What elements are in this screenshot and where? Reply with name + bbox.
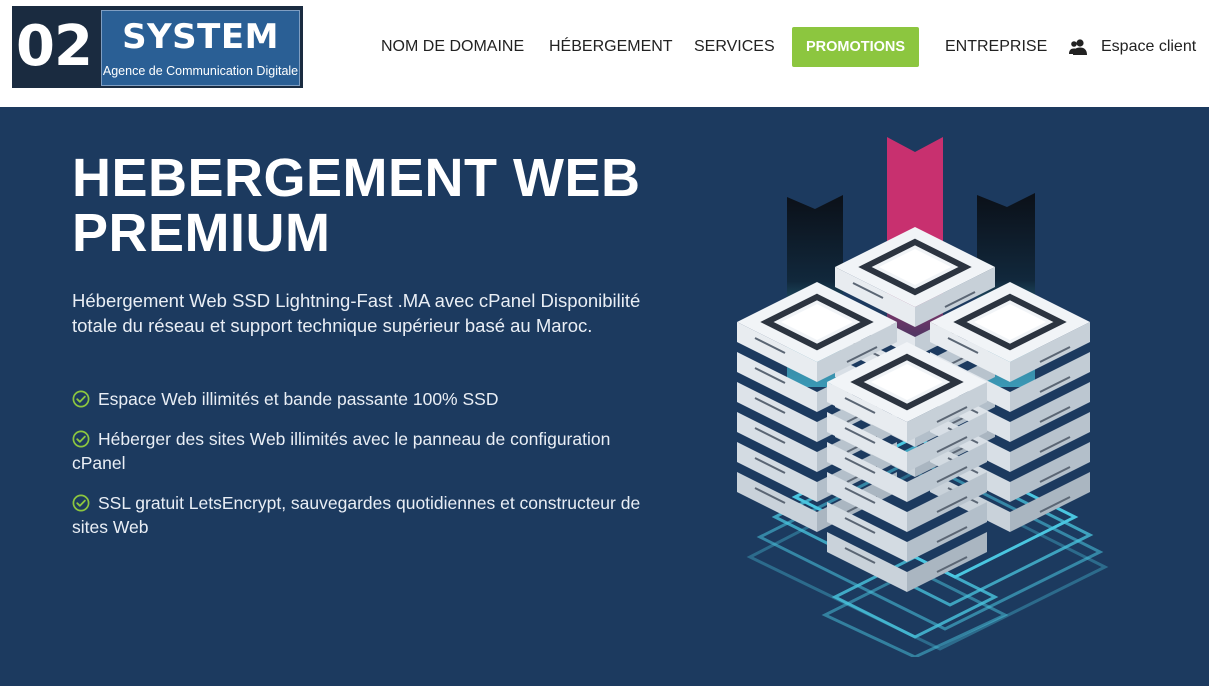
nav-services[interactable]: SERVICES [694,36,775,58]
check-circle-icon [72,430,90,448]
hero-title: HEBERGEMENT WEB PREMIUM [72,151,672,261]
feature-text: Espace Web illimités et bande passante 1… [98,389,499,409]
nav-company[interactable]: ENTREPRISE [945,36,1047,58]
check-circle-icon [72,494,90,512]
logo-tagline: Agence de Communication Digitale [102,64,299,78]
feature-item: Espace Web illimités et bande passante 1… [72,387,662,411]
feature-text: Héberger des sites Web illimités avec le… [72,429,611,473]
logo-number: 02 [16,14,93,79]
hero-title-line-2: PREMIUM [72,203,331,263]
logo-word: SYSTEM [122,17,279,57]
brand-logo[interactable]: 02 SYSTEM Agence de Communication Digita… [12,6,303,88]
feature-item: Héberger des sites Web illimités avec le… [72,427,662,475]
check-circle-icon [72,390,90,408]
hero-subtitle: Hébergement Web SSD Lightning-Fast .MA a… [72,290,641,336]
site-header: 02 SYSTEM Agence de Communication Digita… [0,0,1209,107]
feature-item: SSL gratuit LetsEncrypt, sauvegardes quo… [72,491,662,539]
hero-section: HEBERGEMENT WEB PREMIUM Hébergement Web … [0,107,1209,686]
feature-text: SSL gratuit LetsEncrypt, sauvegardes quo… [72,493,641,537]
client-area-label: Espace client [1101,38,1197,55]
logo-box: SYSTEM Agence de Communication Digitale [101,10,300,86]
nav-hosting[interactable]: HÉBERGEMENT [549,36,673,58]
feature-list: Espace Web illimités et bande passante 1… [72,387,662,555]
hero-title-line-1: HEBERGEMENT WEB [72,148,641,208]
nav-domain-name[interactable]: NOM DE DOMAINE [381,36,524,58]
server-racks-illustration [715,137,1109,657]
users-icon [1069,39,1087,55]
nav-promotions-button[interactable]: PROMOTIONS [792,27,919,67]
